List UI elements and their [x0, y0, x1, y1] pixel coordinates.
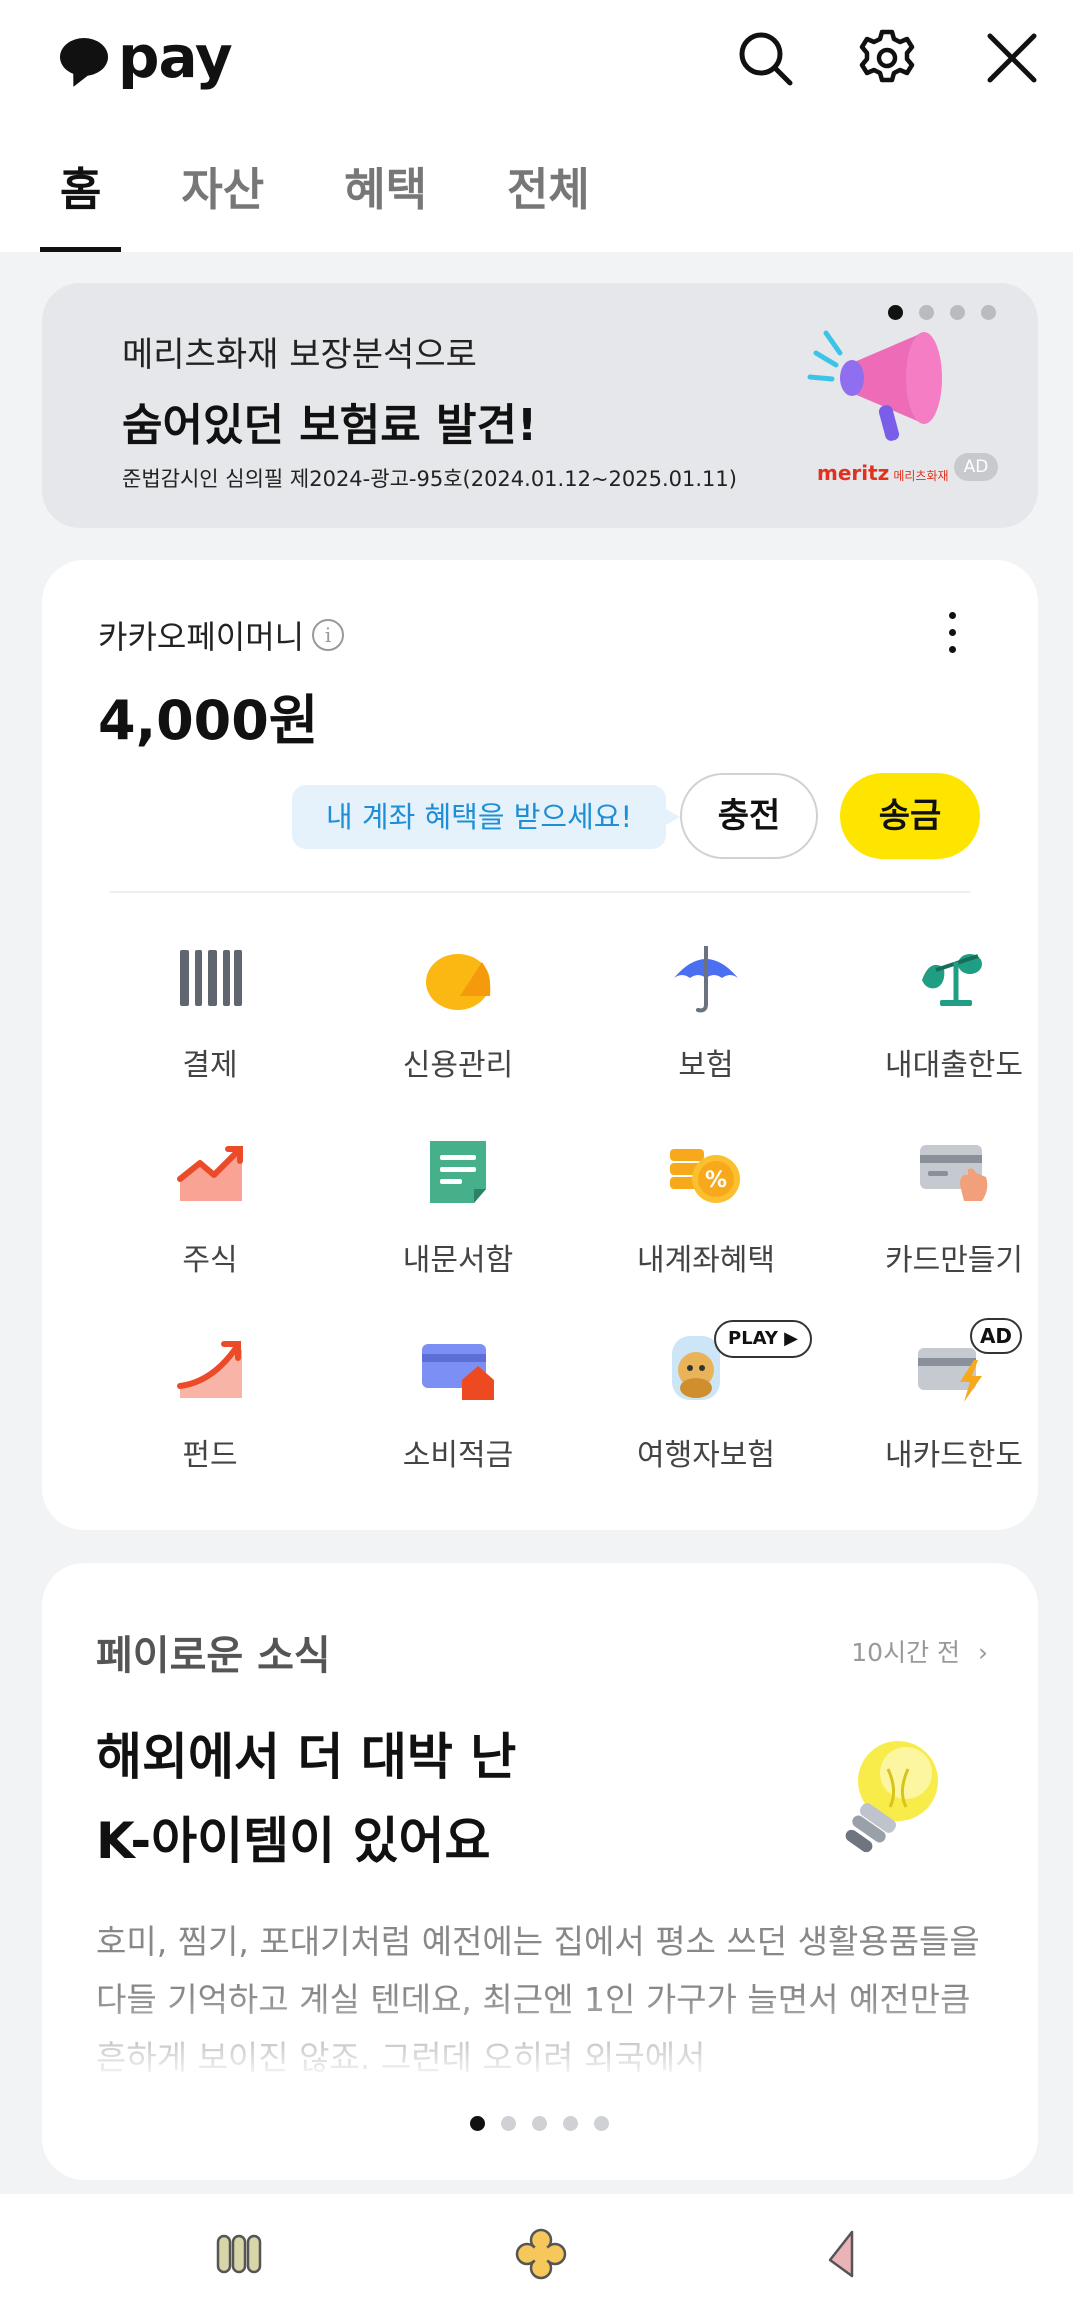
- menu-label: 내카드한도: [885, 1438, 1023, 1473]
- close-icon[interactable]: [980, 26, 1044, 90]
- tab-all[interactable]: 전체: [487, 150, 610, 252]
- meritz-logo: meritz 메리츠화재: [817, 461, 949, 485]
- menu-label: 신용관리: [402, 1048, 514, 1083]
- chevron-right-icon: ›: [978, 1638, 988, 1667]
- pager-dot: [470, 2116, 485, 2131]
- top-bar: pay 홈 자산 혜택 전체: [0, 0, 1073, 252]
- gear-icon[interactable]: [855, 26, 919, 90]
- main-tabs: 홈 자산 혜택 전체: [40, 150, 650, 252]
- menu-stocks[interactable]: 주식: [100, 1135, 320, 1305]
- send-button[interactable]: 송금: [840, 773, 980, 859]
- menu-label: 소비적금: [402, 1438, 514, 1473]
- pager-dot: [563, 2116, 578, 2131]
- menu-insurance[interactable]: 보험: [596, 940, 816, 1110]
- menu-label: 여행자보험: [637, 1438, 775, 1473]
- pager-dot: [981, 305, 996, 320]
- bottom-nav: [0, 2194, 1073, 2320]
- credit-score-icon: [426, 954, 491, 1010]
- pager-dot: [501, 2116, 516, 2131]
- menu-funds[interactable]: 펀드: [100, 1330, 320, 1500]
- charge-button[interactable]: 충전: [680, 773, 818, 859]
- menu-label: 주식: [182, 1243, 238, 1278]
- news-heading: 페이로운 소식: [96, 1633, 331, 1679]
- menu-loan-limit[interactable]: 내대출한도: [844, 940, 1064, 1110]
- menu-create-card[interactable]: 카드만들기: [844, 1135, 1064, 1305]
- pager-dot: [594, 2116, 609, 2131]
- menu-label: 내문서함: [402, 1243, 514, 1278]
- news-card[interactable]: 페이로운 소식 10시간 전 › 해외에서 더 대박 난 K-아이템이 있어요 …: [42, 1563, 1038, 2180]
- ad-badge: AD: [970, 1318, 1022, 1354]
- menu-label: 보험: [678, 1048, 734, 1083]
- brand-sub: 메리츠화재: [893, 469, 949, 483]
- wallet-icon[interactable]: [204, 2224, 274, 2284]
- menu-label: 내대출한도: [885, 1048, 1023, 1083]
- clover-icon[interactable]: [506, 2224, 576, 2284]
- money-title: 카카오페이머니 i: [98, 612, 345, 658]
- balance-amount[interactable]: 4,000원: [98, 676, 319, 755]
- umbrella-icon: [674, 946, 738, 1013]
- news-title: 해외에서 더 대박 난 K-아이템이 있어요: [96, 1715, 736, 1883]
- search-icon[interactable]: [733, 26, 797, 90]
- speech-bubble-icon: [60, 38, 108, 76]
- banner-subtitle: 메리츠화재 보장분석으로: [122, 335, 477, 375]
- play-badge: PLAY ▶: [714, 1320, 813, 1358]
- pager-dot: [532, 2116, 547, 2131]
- menu-label: 내계좌혜택: [637, 1243, 775, 1278]
- pinwheel-icon[interactable]: [808, 2224, 878, 2284]
- ad-badge: AD: [954, 453, 998, 481]
- info-icon[interactable]: i: [312, 619, 345, 651]
- menu-label: 펀드: [182, 1438, 238, 1473]
- logo-text: pay: [118, 23, 233, 91]
- menu-spending-savings[interactable]: 소비적금: [348, 1330, 568, 1500]
- money-card: 카카오페이머니 i 4,000원 내 계좌 혜택을 받으세요! 충전 송금 결제…: [42, 560, 1038, 1530]
- coin-percent-icon: %: [670, 1149, 740, 1203]
- menu-my-card-limit[interactable]: AD 내카드한도: [844, 1318, 1064, 1500]
- barcode-icon: [180, 950, 242, 1006]
- brand-name: meritz: [817, 461, 890, 485]
- news-pager: [470, 2116, 609, 2131]
- card-hand-icon: [920, 1145, 988, 1201]
- card-house-icon: [422, 1344, 494, 1400]
- account-promo-tooltip[interactable]: 내 계좌 혜택을 받으세요!: [292, 785, 681, 849]
- tab-benefits[interactable]: 혜택: [324, 150, 447, 252]
- money-title-label: 카카오페이머니: [98, 618, 305, 656]
- menu-label: 결제: [182, 1048, 238, 1083]
- stock-chart-icon: [177, 1146, 243, 1201]
- news-title-line: 해외에서 더 대박 난: [96, 1728, 517, 1786]
- news-time-label: 10시간 전: [851, 1638, 961, 1667]
- menu-account-benefits[interactable]: % 내계좌혜택: [596, 1135, 816, 1305]
- banner-title: 숨어있던 보험료 발견!: [122, 400, 538, 451]
- menu-travel-insurance[interactable]: PLAY ▶ 여행자보험: [596, 1320, 816, 1500]
- menu-documents[interactable]: 내문서함: [348, 1135, 568, 1305]
- divider: [110, 891, 970, 893]
- tab-assets[interactable]: 자산: [161, 150, 284, 252]
- menu-label: 카드만들기: [885, 1243, 1023, 1278]
- scale-icon: [922, 954, 982, 1006]
- megaphone-icon: [807, 330, 942, 441]
- kakaopay-logo: pay: [60, 22, 233, 92]
- svg-text:%: %: [705, 1168, 727, 1193]
- news-title-line: K-아이템이 있어요: [96, 1812, 491, 1870]
- fund-chart-icon: [177, 1341, 242, 1398]
- menu-payment[interactable]: 결제: [100, 940, 320, 1110]
- ad-banner[interactable]: 메리츠화재 보장분석으로 숨어있던 보험료 발견! 준법감시인 심의필 제202…: [42, 283, 1038, 528]
- news-time[interactable]: 10시간 전 ›: [851, 1633, 988, 1669]
- more-options-icon[interactable]: [942, 612, 962, 662]
- text-fade: [96, 1993, 996, 2083]
- banner-disclaimer: 준법감시인 심의필 제2024-광고-95호(2024.01.12~2025.0…: [122, 467, 737, 491]
- document-icon: [430, 1141, 486, 1203]
- menu-credit[interactable]: 신용관리: [348, 940, 568, 1110]
- lightbulb-icon: [845, 1741, 938, 1853]
- tab-home[interactable]: 홈: [40, 150, 122, 252]
